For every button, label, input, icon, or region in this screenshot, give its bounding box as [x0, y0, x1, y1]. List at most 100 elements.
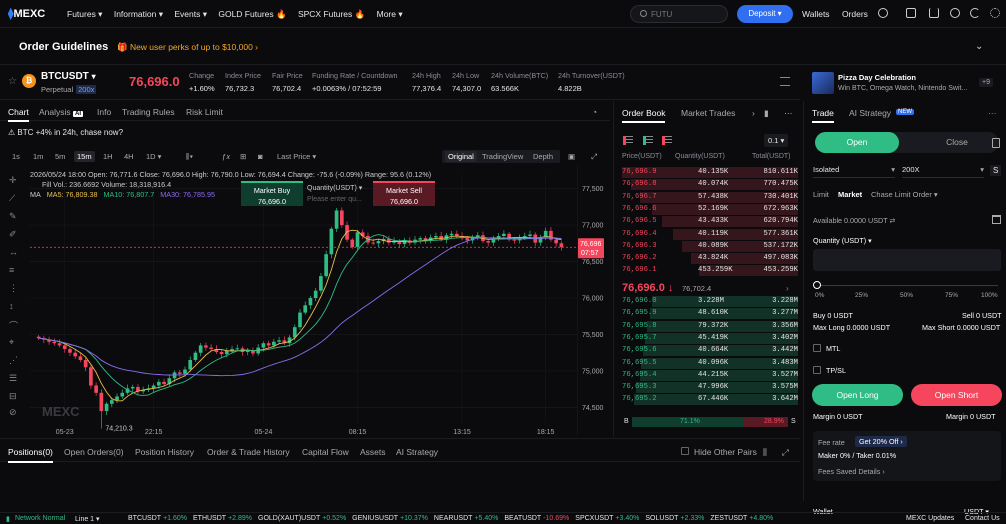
tab-assets[interactable]: Assets — [360, 447, 386, 457]
gift-icon[interactable] — [906, 8, 916, 18]
promo-card[interactable]: Pizza Day Celebration Win BTC, Omega Wat… — [803, 66, 1006, 100]
positions-expand-icon[interactable]: ⤢ — [782, 447, 789, 458]
bid-row[interactable]: 76,695.2 67.446K 3.642M — [622, 394, 798, 406]
slider-75[interactable]: 75% — [945, 292, 958, 299]
tf-1h[interactable]: 1H — [103, 152, 113, 161]
ticker-item[interactable]: BTCUSDT +1.60% — [128, 515, 187, 522]
indicators-icon[interactable]: ƒ𝑥 — [222, 152, 230, 162]
close-tab[interactable]: Close — [915, 132, 999, 153]
view-original[interactable]: Original — [445, 151, 477, 162]
new-user-perks-link[interactable]: 🎁 New user perks of up to $10,000 › — [117, 42, 258, 53]
tf-4h[interactable]: 4H — [124, 152, 134, 161]
tab-capital-flow[interactable]: Capital Flow — [302, 447, 349, 457]
ask-row[interactable]: 76,696.3 40.089K 537.172K — [622, 240, 798, 253]
fib-icon[interactable]: ⋮ — [9, 283, 19, 293]
slider-50[interactable]: 50% — [900, 292, 913, 299]
orders-link[interactable]: Orders — [842, 9, 868, 19]
chart-promo[interactable]: ⚠ BTC +4% in 24h, chase now? — [8, 128, 123, 137]
menu-spcx-futures[interactable]: SPCX Futures 🔥 — [298, 9, 365, 19]
order-guidelines-title[interactable]: Order Guidelines — [19, 41, 108, 53]
tab-analysis[interactable]: Analysis AI — [39, 107, 84, 117]
chevron-right-icon[interactable]: › — [752, 108, 755, 118]
ticker-item[interactable]: BEATUSDT -10.69% — [504, 515, 569, 522]
ask-row[interactable]: 76,696.9 40.135K 810.611K — [622, 167, 798, 179]
quantity-input[interactable] — [813, 249, 1001, 271]
bid-row[interactable]: 76,695.4 44.215K 3.527M — [622, 369, 798, 382]
shapes-icon[interactable]: ⌖ — [9, 337, 19, 347]
ob-view-both-icon[interactable] — [623, 136, 633, 145]
candle-type-icon[interactable]: ⫼▾ — [186, 152, 193, 162]
quick-qty-input[interactable]: Quantity(USDT) ▾ Please enter qu... — [307, 183, 362, 205]
tpsl-checkbox[interactable] — [813, 366, 821, 374]
leverage-select[interactable]: 200X ▾ — [902, 163, 984, 178]
bid-row[interactable]: 76,695.3 47.996K 3.575M — [622, 382, 798, 394]
mtl-checkbox[interactable] — [813, 344, 821, 352]
bid-row[interactable]: 76,695.9 48.610K 3.277M — [622, 308, 798, 320]
hide-other-pairs-checkbox[interactable] — [681, 447, 689, 455]
order-type-chase[interactable]: Chase Limit Order ▾ — [871, 190, 938, 199]
slider-0[interactable]: 0% — [815, 292, 824, 299]
pencil-icon[interactable]: ✎ — [9, 211, 19, 221]
ob-view-asks-icon[interactable] — [662, 136, 672, 145]
download-icon[interactable] — [929, 8, 939, 18]
more-panels-icon[interactable]: ▮ — [764, 108, 769, 119]
list-icon[interactable]: ☰ — [9, 373, 19, 383]
ask-row[interactable]: 76,696.8 40.074K 770.475K — [622, 179, 798, 191]
tf-1s[interactable]: 1s — [12, 152, 20, 161]
bell-icon[interactable]: ◔ — [592, 107, 597, 117]
ticker-item[interactable]: GENIUSUSDT +10.37% — [352, 515, 428, 522]
ask-row[interactable]: 76,696.2 43.824K 497.083K — [622, 253, 798, 265]
step-select[interactable]: 0.1 ▾ — [764, 134, 789, 147]
bid-row[interactable]: 76,695.5 40.096K 3.483M — [622, 357, 798, 370]
favorite-star-icon[interactable]: ☆ — [8, 76, 17, 87]
calendar-icon[interactable] — [992, 215, 1001, 224]
menu-more[interactable]: More ▾ — [377, 9, 403, 19]
bid-row[interactable]: 76,695.8 79.372K 3.356M — [622, 320, 798, 333]
ticker-item[interactable]: GOLD(XAUT)USDT +0.52% — [258, 515, 346, 522]
tab-chart[interactable]: Chart — [8, 107, 29, 122]
ask-row[interactable]: 76,696.7 57.438K 730.401K — [622, 191, 798, 204]
tab-trade[interactable]: Trade — [812, 108, 834, 123]
ob-more-icon[interactable]: › — [786, 284, 789, 293]
quantity-slider[interactable] — [816, 285, 998, 286]
tab-position-history[interactable]: Position History — [135, 447, 194, 457]
hide-other-pairs-label[interactable]: Hide Other Pairs — [694, 447, 757, 457]
ask-row[interactable]: 76,696.4 40.119K 577.361K — [622, 228, 798, 241]
menu-futures[interactable]: Futures ▾ — [67, 9, 102, 19]
camera-icon[interactable]: ◙ — [258, 152, 263, 161]
tab-open-orders[interactable]: Open Orders(0) — [64, 447, 124, 457]
bid-row[interactable]: 76,695.6 40.664K 3.442M — [622, 345, 798, 357]
vertical-arrow-icon[interactable]: ↕ — [9, 301, 19, 311]
view-tradingview[interactable]: TradingView — [482, 152, 523, 161]
quantity-label[interactable]: Quantity (USDT) ▾ — [813, 236, 872, 245]
tab-ai-strategy[interactable]: AI Strategy — [849, 108, 891, 118]
order-type-limit[interactable]: Limit — [813, 190, 829, 199]
ticker-item[interactable]: ZESTUSDT +4.80% — [710, 515, 773, 522]
tf-5m[interactable]: 5m — [55, 152, 65, 161]
ticker-settings-icon[interactable] — [780, 77, 790, 86]
open-tab[interactable]: Open — [815, 132, 899, 153]
calculator-icon[interactable] — [992, 138, 1000, 148]
tab-order-trade-history[interactable]: Order & Trade History — [207, 447, 290, 457]
bid-row[interactable]: 76,696.0 3.228M 3.228M — [622, 296, 798, 308]
globe-icon[interactable] — [950, 8, 960, 18]
tpsl-label[interactable]: TP/SL — [826, 366, 846, 375]
mexc-logo[interactable]: ⧫MEXC — [8, 7, 45, 20]
horizontal-line-icon[interactable]: ↔ — [9, 247, 19, 257]
updates-link[interactable]: MEXC Updates — [906, 515, 954, 522]
slider-handle[interactable] — [813, 281, 821, 289]
fee-promo-badge[interactable]: Get 20% Off › — [855, 436, 907, 447]
available-balance[interactable]: Available 0.0000 USDT ⇄ — [813, 216, 895, 225]
tab-positions[interactable]: Positions(0) — [8, 447, 53, 463]
pen-icon[interactable]: ✐ — [9, 229, 19, 239]
layout-icon[interactable]: ⊞ — [240, 152, 246, 161]
tab-order-book[interactable]: Order Book — [622, 108, 666, 123]
ticker-item[interactable]: SPCXUSDT +3.40% — [575, 515, 639, 522]
ticker-item[interactable]: NEARUSDT +5.40% — [434, 515, 498, 522]
tab-market-trades[interactable]: Market Trades — [681, 108, 735, 118]
mtl-label[interactable]: MTL — [826, 344, 840, 353]
tf-1d[interactable]: 1D ▾ — [146, 152, 161, 161]
swap-mode-icon[interactable]: S — [990, 165, 1002, 176]
ask-row[interactable]: 76,696.6 52.169K 672.963K — [622, 203, 798, 216]
ob-settings-icon[interactable]: ⋯ — [784, 108, 793, 119]
